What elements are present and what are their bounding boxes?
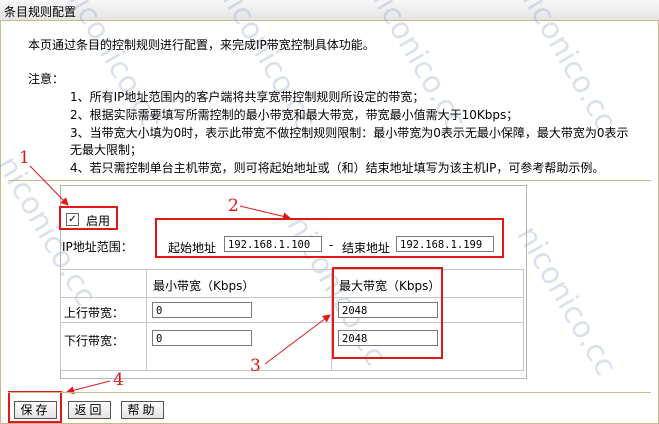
save-button[interactable]: 保存 [14,401,57,419]
divider [8,392,651,393]
annotation-arrows [29,165,331,395]
back-button[interactable]: 返回 [68,401,111,419]
help-button[interactable]: 帮助 [121,401,164,419]
